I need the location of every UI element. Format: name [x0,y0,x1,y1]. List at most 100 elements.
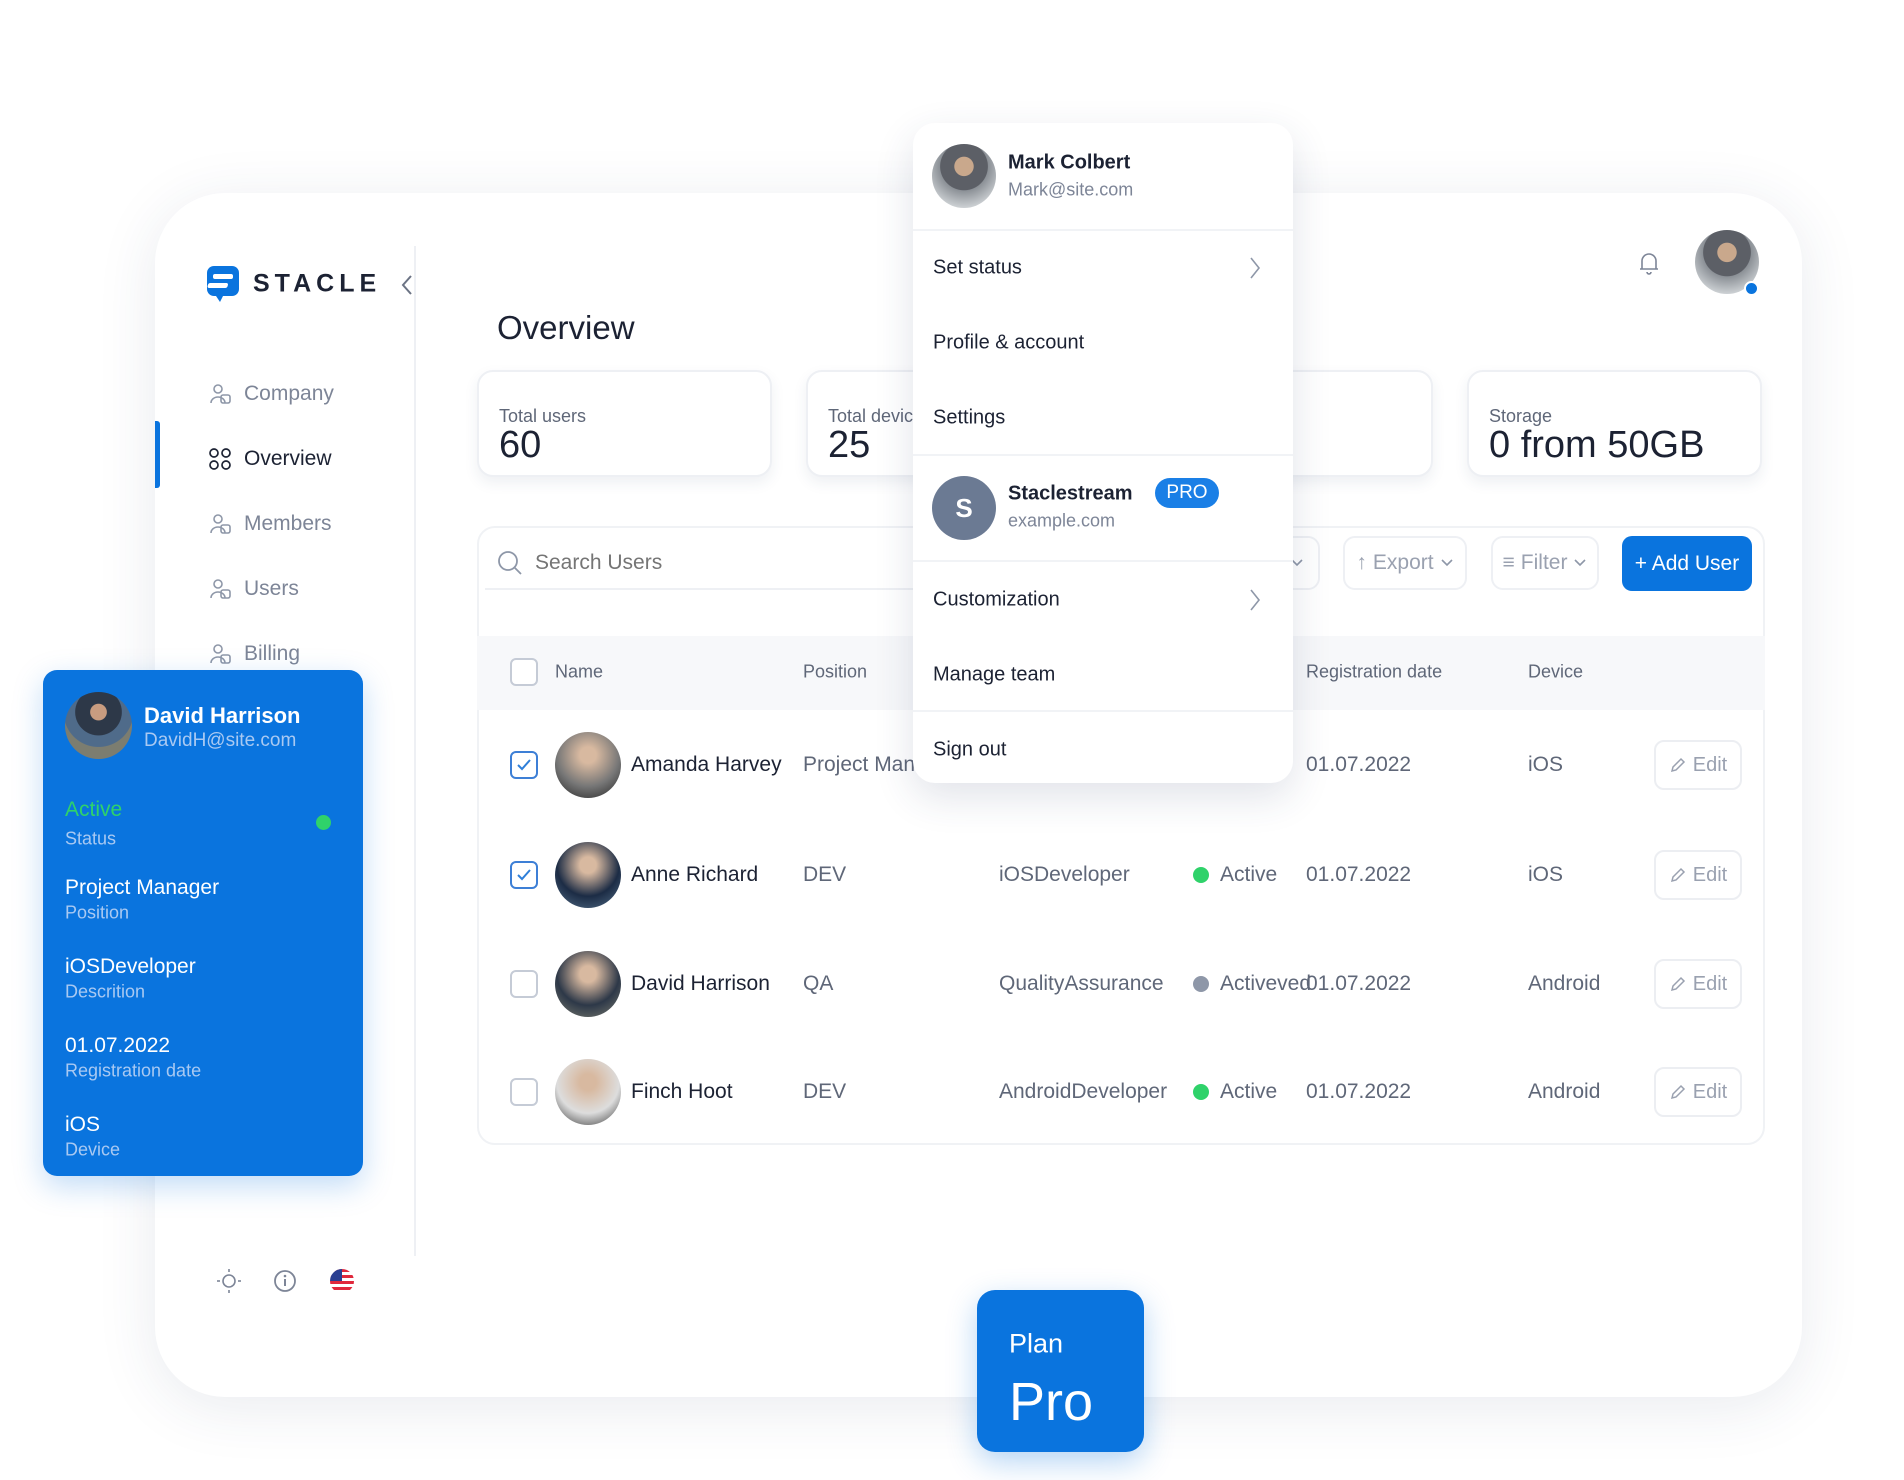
row-status: Active [1220,1080,1278,1103]
user-card-device: iOS [65,1113,101,1136]
sun-icon[interactable] [216,1268,242,1299]
row-position: Project Man [803,753,916,776]
row-checkbox[interactable] [510,970,538,998]
user-card-email: DavidH@site.com [144,730,297,751]
check-icon [517,869,531,881]
header-name[interactable]: Name [555,662,603,683]
filter-button[interactable]: ≡ Filter [1491,536,1599,590]
menu-item-manage-team[interactable]: Manage team [933,664,1055,687]
stat-value: 60 [499,424,542,466]
export-button[interactable]: ↑ Export [1343,536,1467,590]
pencil-icon [1670,1084,1685,1100]
row-registration-date: 01.07.2022 [1306,972,1412,995]
row-device: Android [1528,1080,1601,1103]
chevron-down-icon [1574,559,1587,567]
status-dot [1193,976,1209,992]
edit-label: Edit [1692,863,1728,886]
us-flag-icon[interactable] [330,1269,354,1293]
user-card-status-label: Status [65,828,117,849]
menu-item-customization[interactable]: Customization [933,589,1060,612]
stat-card: Storage 0 from 50GB [1467,370,1762,477]
edit-button[interactable]: Edit [1654,1067,1742,1117]
menu-item-set-status[interactable]: Set status [933,257,1022,280]
active-nav-indicator [155,421,160,488]
online-indicator [1744,281,1759,296]
edit-button[interactable]: Edit [1654,850,1742,900]
wallet-icon [208,642,232,666]
grid-icon [208,447,232,471]
sidebar-item-members[interactable]: Members [244,512,332,536]
collapse-sidebar-button[interactable] [400,274,414,296]
row-name[interactable]: David Harrison [631,972,770,996]
export-icon: ↑ [1356,551,1367,574]
user-card-avatar [65,692,132,759]
status-dot [1193,1084,1209,1100]
building-icon [208,382,232,406]
plan-name: Pro [1009,1372,1094,1432]
stat-value: 25 [828,424,871,466]
menu-user-name: Mark Colbert [1008,151,1131,174]
page-title: Overview [497,309,635,346]
header-device[interactable]: Device [1528,662,1583,683]
users-icon [208,577,232,601]
row-description: AndroidDeveloper [999,1080,1168,1103]
pro-badge: PRO [1155,478,1219,508]
bell-icon[interactable] [1638,250,1660,281]
edit-label: Edit [1692,1080,1728,1103]
add-user-button[interactable]: + Add User [1622,536,1752,591]
sidebar-item-billing[interactable]: Billing [244,642,300,666]
stat-card: Total users 60 [477,370,772,477]
row-avatar [555,842,621,908]
sidebar-item-overview[interactable]: Overview [244,447,332,471]
row-description: QualityAssurance [999,972,1164,995]
pencil-icon [1670,976,1685,992]
menu-divider [913,560,1293,562]
chevron-right-icon [1248,588,1262,612]
row-position: DEV [803,863,847,886]
row-position: DEV [803,1080,847,1103]
logo-icon [207,266,239,302]
menu-item-profile[interactable]: Profile & account [933,332,1084,355]
info-icon[interactable] [272,1268,298,1299]
edit-button[interactable]: Edit [1654,740,1742,790]
workspace-domain: example.com [1008,510,1116,531]
row-checkbox[interactable] [510,861,538,889]
menu-divider [913,229,1293,231]
user-card-date: 01.07.2022 [65,1034,171,1057]
row-checkbox[interactable] [510,751,538,779]
chevron-down-icon [1441,559,1453,567]
row-name[interactable]: Finch Hoot [631,1080,733,1104]
row-avatar [555,732,621,798]
row-description: iOSDeveloper [999,863,1130,886]
search-input[interactable] [535,545,915,581]
menu-user-email: Mark@site.com [1008,179,1134,200]
user-card-description: iOSDeveloper [65,955,196,978]
menu-item-settings[interactable]: Settings [933,407,1005,430]
menu-divider [913,454,1293,456]
edit-label: Edit [1692,972,1728,995]
row-registration-date: 01.07.2022 [1306,863,1412,886]
edit-button[interactable]: Edit [1654,959,1742,1009]
row-status: Activeved [1220,972,1312,995]
row-name[interactable]: Anne Richard [631,863,758,887]
pencil-icon [1670,757,1685,773]
brand-name: STACLE [253,269,382,298]
workspace-avatar: S [932,476,996,540]
sidebar-item-users[interactable]: Users [244,577,299,601]
user-card-name: David Harrison [144,703,301,728]
row-registration-date: 01.07.2022 [1306,753,1412,776]
user-card-position-label: Position [65,902,130,923]
row-device: iOS [1528,863,1564,886]
check-icon [517,759,531,771]
row-name[interactable]: Amanda Harvey [631,753,782,777]
sidebar-item-company[interactable]: Company [244,382,334,406]
row-checkbox[interactable] [510,1078,538,1106]
header-position[interactable]: Position [803,662,867,683]
select-all-checkbox[interactable] [510,658,538,686]
menu-item-sign-out[interactable]: Sign out [933,739,1006,762]
menu-user-avatar [932,144,996,208]
header-registration-date[interactable]: Registration date [1306,662,1442,683]
menu-divider [913,710,1293,712]
chevron-right-icon [1248,256,1262,280]
workspace-name: Staclestream [1008,482,1133,505]
